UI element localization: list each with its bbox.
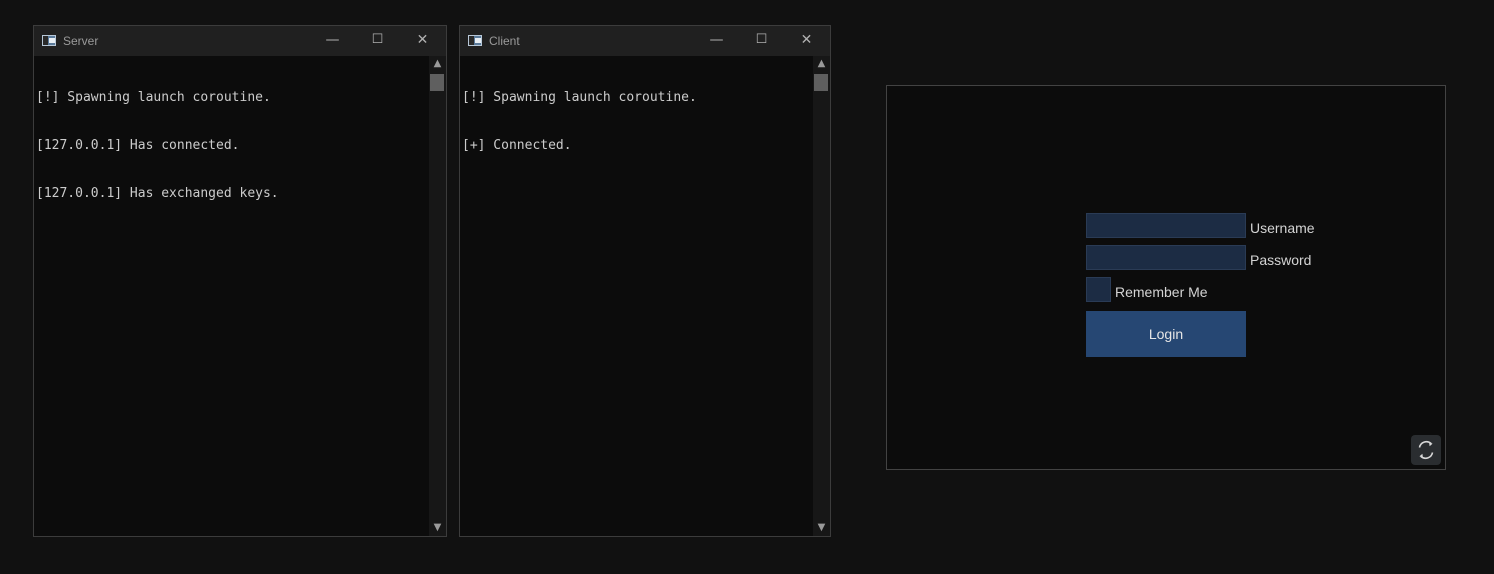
console-line: [!] Spawning launch coroutine. bbox=[36, 90, 271, 105]
server-console-window[interactable]: Server — ☐ ✕ [!] Spawning launch corouti… bbox=[33, 25, 447, 537]
titlebar[interactable]: Server — ☐ ✕ bbox=[34, 26, 446, 56]
console-output: [!] Spawning launch coroutine. [127.0.0.… bbox=[34, 56, 429, 536]
window-title: Server bbox=[63, 34, 99, 48]
refresh-button[interactable] bbox=[1411, 435, 1441, 465]
remember-me-label[interactable]: Remember Me bbox=[1115, 284, 1208, 300]
close-button[interactable]: ✕ bbox=[400, 26, 445, 56]
console-app-icon bbox=[468, 35, 482, 46]
window-title: Client bbox=[489, 34, 520, 48]
console-line: [!] Spawning launch coroutine. bbox=[462, 90, 697, 105]
remember-me-checkbox[interactable] bbox=[1086, 277, 1111, 302]
vertical-scrollbar[interactable]: ▲ ▼ bbox=[813, 56, 830, 536]
scroll-thumb[interactable] bbox=[814, 74, 828, 91]
minimize-button[interactable]: — bbox=[694, 26, 739, 56]
login-panel: Username Password Remember Me Login bbox=[886, 85, 1446, 470]
scroll-down-icon[interactable]: ▼ bbox=[813, 520, 830, 536]
minimize-button[interactable]: — bbox=[310, 26, 355, 56]
console-line: [127.0.0.1] Has connected. bbox=[36, 138, 240, 153]
username-label: Username bbox=[1250, 220, 1315, 236]
username-input[interactable] bbox=[1086, 213, 1246, 238]
maximize-button[interactable]: ☐ bbox=[355, 26, 400, 56]
console-output: [!] Spawning launch coroutine. [+] Conne… bbox=[460, 56, 813, 536]
console-line: [127.0.0.1] Has exchanged keys. bbox=[36, 186, 279, 201]
scroll-thumb[interactable] bbox=[430, 74, 444, 91]
refresh-icon bbox=[1418, 441, 1434, 459]
close-button[interactable]: ✕ bbox=[784, 26, 829, 56]
scroll-up-icon[interactable]: ▲ bbox=[813, 56, 830, 72]
vertical-scrollbar[interactable]: ▲ ▼ bbox=[429, 56, 446, 536]
scroll-down-icon[interactable]: ▼ bbox=[429, 520, 446, 536]
password-input[interactable] bbox=[1086, 245, 1246, 270]
console-line: [+] Connected. bbox=[462, 138, 572, 153]
titlebar[interactable]: Client — ☐ ✕ bbox=[460, 26, 830, 56]
client-console-window[interactable]: Client — ☐ ✕ [!] Spawning launch corouti… bbox=[459, 25, 831, 537]
login-button[interactable]: Login bbox=[1086, 311, 1246, 357]
maximize-button[interactable]: ☐ bbox=[739, 26, 784, 56]
password-label: Password bbox=[1250, 252, 1312, 268]
scroll-up-icon[interactable]: ▲ bbox=[429, 56, 446, 72]
console-app-icon bbox=[42, 35, 56, 46]
